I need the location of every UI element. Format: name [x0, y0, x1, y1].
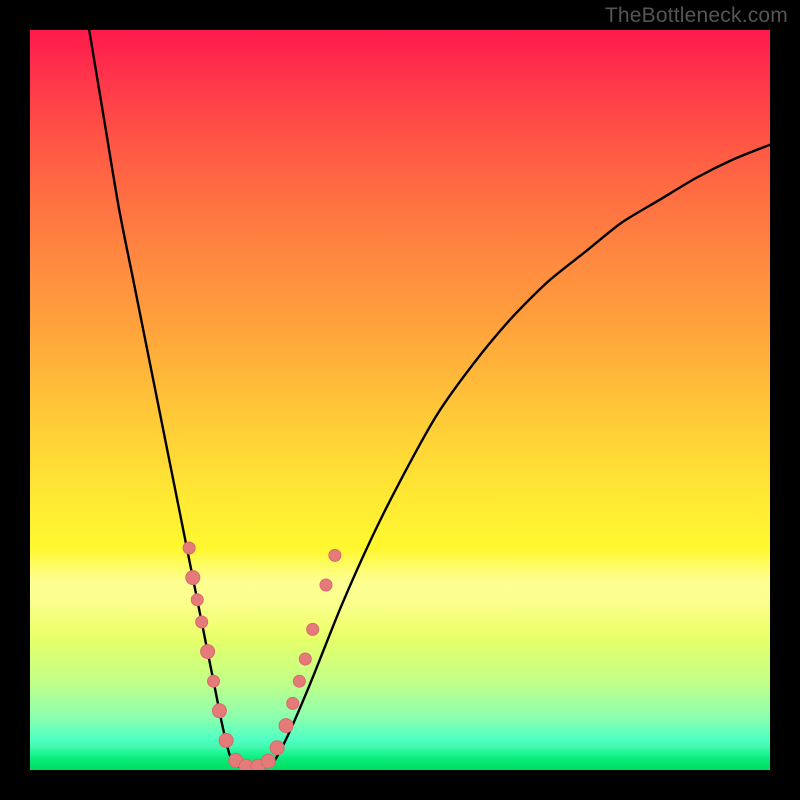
scatter-dot	[186, 571, 200, 585]
scatter-dot	[208, 675, 220, 687]
scatter-dot	[212, 704, 226, 718]
scatter-dot	[299, 653, 311, 665]
scatter-dot	[320, 579, 332, 591]
scatter-dot	[183, 542, 195, 554]
watermark-text: TheBottleneck.com	[605, 4, 788, 28]
curve-svg	[30, 30, 770, 770]
chart-frame: TheBottleneck.com	[0, 0, 800, 800]
scatter-dot	[219, 733, 233, 747]
scatter-dot	[279, 719, 293, 733]
scatter-dot	[287, 697, 299, 709]
scatter-dots	[183, 542, 341, 770]
scatter-dot	[201, 645, 215, 659]
scatter-dot	[307, 623, 319, 635]
scatter-dot	[261, 754, 275, 768]
scatter-dot	[329, 549, 341, 561]
bottleneck-curve	[89, 30, 770, 769]
scatter-dot	[270, 741, 284, 755]
scatter-dot	[293, 675, 305, 687]
scatter-dot	[191, 594, 203, 606]
scatter-dot	[196, 616, 208, 628]
plot-area	[30, 30, 770, 770]
